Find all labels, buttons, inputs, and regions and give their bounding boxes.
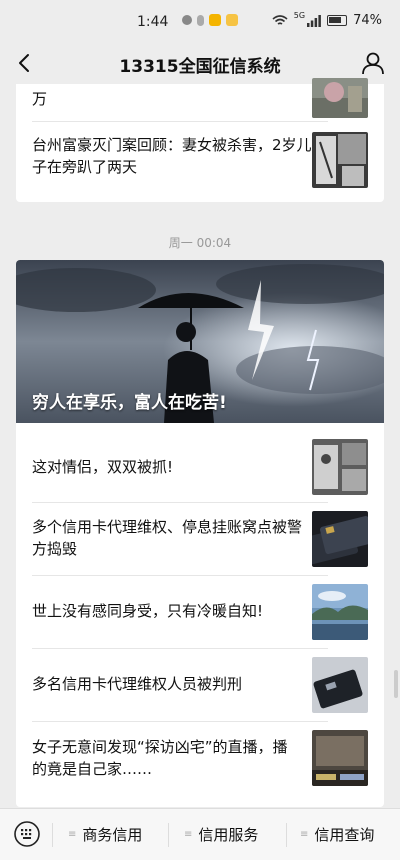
menu-label: 信用服务: [198, 825, 259, 844]
menu-divider: [52, 823, 53, 847]
app-notification-icon: [209, 14, 221, 26]
article-thumbnail: [312, 657, 368, 713]
menu-credit-query[interactable]: ≡ 信用查询: [300, 821, 374, 847]
list-item[interactable]: 多个信用卡代理维权、停息挂账窝点被警方捣毁: [16, 503, 384, 575]
status-right: 5G 74%: [272, 11, 382, 28]
article-title: 多名信用卡代理维权人员被判刑: [32, 675, 243, 693]
app-notification-icon: [182, 15, 192, 25]
menu-divider: [168, 823, 169, 847]
network-type: 5G: [293, 11, 306, 20]
list-item[interactable]: 台州富豪灭门案回顾：妻女被杀害，2岁儿子在旁趴了两天: [16, 122, 384, 202]
app-notification-icon: [197, 14, 204, 26]
status-time: 1:44: [137, 14, 169, 30]
menu-list-icon: ≡: [184, 828, 193, 840]
article-title: 万: [32, 90, 48, 108]
article-title: 多个信用卡代理维权、停息挂账窝点被警方捣毁: [32, 518, 303, 558]
scrollbar[interactable]: [394, 670, 398, 698]
time-separator: 周一 00:04: [168, 236, 232, 250]
battery-icon: [327, 15, 348, 26]
article-thumbnail: [312, 730, 368, 786]
menu-list-icon: ≡: [300, 828, 309, 840]
status-app-icons: [182, 14, 238, 26]
article-title: 女子无意间发现“探访凶宅”的直播，播的竟是自己家……: [32, 738, 288, 778]
profile-icon[interactable]: [360, 50, 386, 76]
article-title: 这对情侣，双双被抓!: [32, 458, 174, 476]
status-bar: 1:44 5G 74%: [0, 0, 400, 44]
menu-credit-service[interactable]: ≡ 信用服务: [184, 821, 258, 847]
article-card-previous: 万 台州富豪灭门案回顾：妻女被杀害，2岁儿子在旁趴了两天: [16, 78, 384, 202]
list-item[interactable]: 世上没有感同身受，只有冷暖自知!: [16, 576, 384, 648]
article-card: 穷人在享乐，富人在吃苦! 这对情侣，双双被抓! 多个信用卡代理维权、停息挂账窝点…: [16, 260, 384, 807]
list-item[interactable]: 万: [16, 78, 384, 118]
list-item[interactable]: 多名信用卡代理维权人员被判刑: [16, 649, 384, 721]
wifi-icon: [272, 14, 288, 25]
hero-title: 穷人在享乐，富人在吃苦!: [32, 393, 227, 413]
page-title: 13315全国征信系统: [119, 57, 281, 77]
signal-icon: [307, 14, 321, 27]
article-thumbnail: [312, 439, 368, 495]
list-item[interactable]: 这对情侣，双双被抓!: [16, 423, 384, 501]
keyboard-icon[interactable]: [14, 821, 40, 847]
article-thumbnail: [312, 132, 368, 188]
hero-article[interactable]: 穷人在享乐，富人在吃苦!: [16, 260, 384, 423]
menu-label: 商务信用: [82, 825, 143, 844]
menu-list-icon: ≡: [68, 828, 77, 840]
menu-divider: [286, 823, 287, 847]
menu-label: 信用查询: [314, 825, 375, 844]
app-notification-icon: [226, 14, 238, 26]
article-thumbnail: [312, 511, 368, 567]
article-thumbnail: [312, 584, 368, 640]
bottom-menu-bar: ≡ 商务信用 ≡ 信用服务 ≡ 信用查询: [0, 808, 400, 860]
battery-level: 74%: [353, 13, 382, 28]
article-thumbnail: [312, 78, 368, 118]
menu-business-credit[interactable]: ≡ 商务信用: [68, 821, 142, 847]
list-item[interactable]: 女子无意间发现“探访凶宅”的直播，播的竟是自己家……: [16, 722, 384, 807]
article-title: 世上没有感同身受，只有冷暖自知!: [32, 602, 264, 620]
article-title: 台州富豪灭门案回顾：妻女被杀害，2岁儿子在旁趴了两天: [32, 136, 312, 176]
